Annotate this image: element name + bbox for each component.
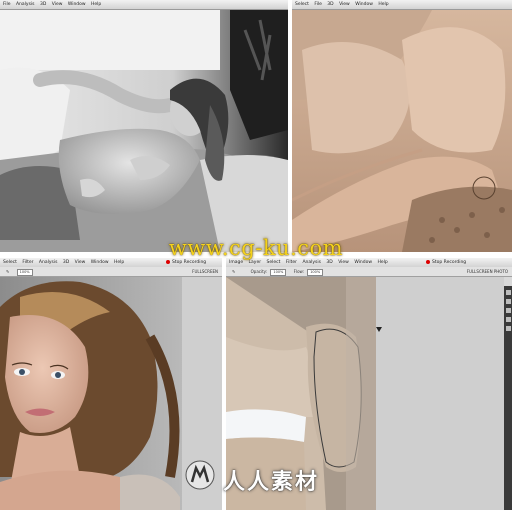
zoom-field[interactable]: 100% [16,267,33,276]
menu-3d[interactable]: 3D [327,0,333,9]
flow-field[interactable]: 100% [307,268,324,276]
menubar: File Analysis 3D View Window Help [0,0,288,10]
menu-help[interactable]: Help [91,0,101,9]
site-logo: 人人素材 [185,458,335,498]
menu-view[interactable]: View [52,0,63,9]
options-bar: ✎ 100% [0,267,222,277]
logo-text: 人人素材 [223,470,320,495]
opacity-field[interactable]: 100% [270,268,287,276]
menu-help[interactable]: Help [378,0,388,9]
tool-icon[interactable] [505,308,511,313]
brush-icon[interactable]: ✎ [6,267,9,276]
photo-arm-closeup [292,10,512,252]
record-icon [166,259,170,264]
stop-recording-button[interactable]: Stop Recording [426,259,466,266]
fullscreen-label[interactable]: FULLSCREEN PHOTO [467,267,508,276]
stop-recording-label: Stop Recording [172,260,207,265]
menu-view[interactable]: View [339,0,350,9]
menubar: Select File 3D View Window Help [292,0,512,10]
logo-mark-icon [185,460,215,490]
menu-window[interactable]: Window [355,0,373,9]
watermark-text: www.cg-ku.com [168,236,344,260]
stop-recording-label: Stop Recording [432,260,467,265]
menu-window[interactable]: Window [68,0,86,9]
menu-analysis[interactable]: Analysis [16,0,35,9]
record-icon [426,259,430,264]
photo-bw-woman-couch [0,10,288,252]
panel-top-left: File Analysis 3D View Window Help [0,0,288,252]
flow-label: Flow: [293,269,304,274]
menu-file[interactable]: File [3,0,11,9]
tool-icon[interactable] [505,317,511,322]
tool-icon[interactable] [505,290,511,295]
zoom-value[interactable]: 100% [16,268,33,276]
tool-icon[interactable] [505,326,511,331]
stop-recording-button[interactable]: Stop Recording [166,259,206,266]
tools-panel [504,286,512,510]
brush-icon[interactable]: ✎ [232,267,235,276]
fullscreen-label[interactable]: FULLSCREEN [192,267,218,276]
opacity-label: Opacity: [250,269,268,274]
menu-3d[interactable]: 3D [40,0,46,9]
panel-top-right: Select File 3D View Window Help [292,0,512,252]
menu-file[interactable]: File [314,0,322,9]
tool-icon[interactable] [505,299,511,304]
menu-select[interactable]: Select [295,0,309,9]
